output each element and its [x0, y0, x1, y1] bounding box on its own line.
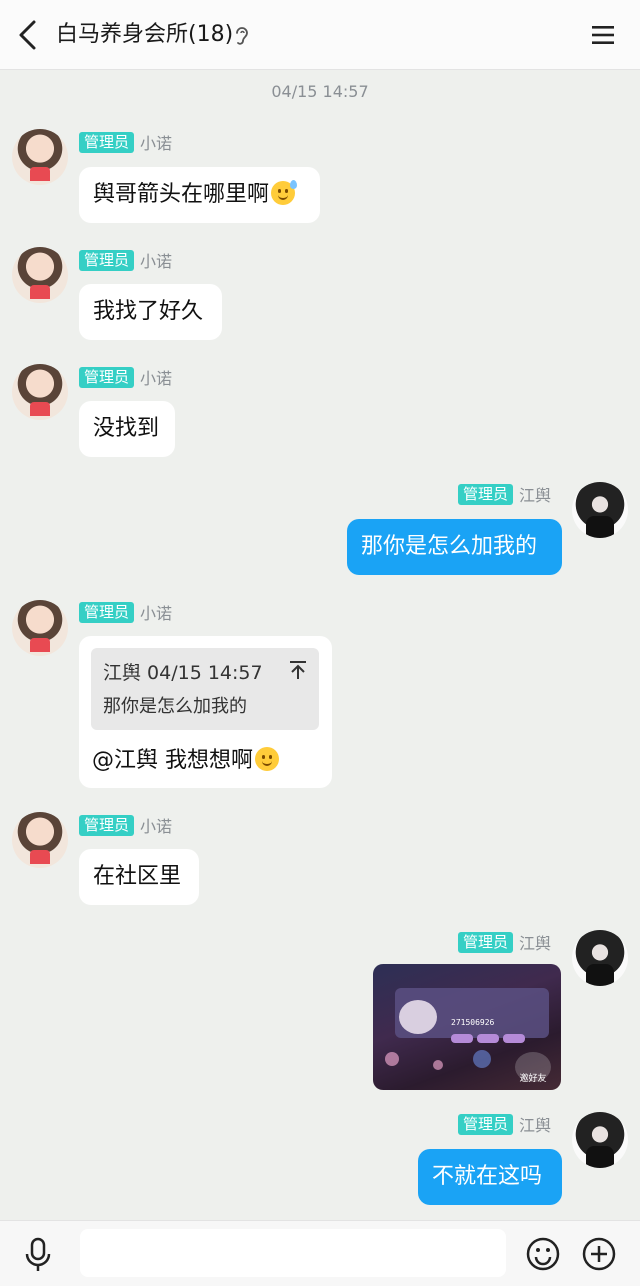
message-meta: 管理员 江舆 [458, 1113, 551, 1135]
avatar[interactable] [12, 129, 68, 185]
message-meta: 管理员 江舆 [458, 483, 551, 505]
reply-bubble[interactable]: 江舆 04/15 14:57 那你是怎么加我的 @江舆 我想想啊 [79, 636, 332, 788]
ear-icon[interactable] [233, 24, 251, 46]
invite-friend-label: 邀好友 [519, 1074, 547, 1084]
avatar[interactable] [12, 364, 68, 420]
message-meta: 管理员 江舆 [458, 931, 551, 953]
composer-bar [0, 1220, 640, 1286]
message-bubble[interactable]: 我找了好久 [79, 284, 222, 340]
mic-icon[interactable] [22, 1237, 54, 1273]
message-input[interactable] [80, 1229, 506, 1277]
message-text: 那你是怎么加我的 [361, 534, 538, 559]
message-meta: 管理员 小诺 [79, 814, 172, 836]
sender-name: 小诺 [140, 604, 173, 623]
quote-text: 那你是怎么加我的 [103, 696, 247, 717]
message-bubble[interactable]: 没找到 [79, 401, 175, 457]
quote-up-icon[interactable] [289, 660, 307, 680]
chat-title: 白马养身会所(18) [56, 22, 234, 47]
reply-line: @江舆 我想想啊 [92, 746, 279, 776]
emoji-icon[interactable] [526, 1237, 560, 1271]
sweat-emoji-icon [271, 180, 298, 205]
message-text: @江舆 我想想啊 [92, 748, 253, 773]
message-bubble[interactable]: 舆哥箭头在哪里啊 [79, 167, 320, 223]
role-badge: 管理员 [79, 131, 135, 153]
role-badge: 管理员 [79, 366, 135, 388]
invite-friend-button: 邀好友 [515, 1052, 551, 1084]
quote-author-time: 江舆 04/15 14:57 [103, 662, 263, 684]
sender-name: 江舆 [519, 1116, 552, 1135]
menu-icon[interactable] [590, 22, 616, 48]
message-text: 舆哥箭头在哪里啊 [93, 182, 270, 207]
message-meta: 管理员 小诺 [79, 601, 172, 623]
top-bar: 白马养身会所(18) [0, 0, 640, 70]
role-badge: 管理员 [458, 931, 514, 953]
sender-name: 小诺 [140, 134, 173, 153]
role-badge: 管理员 [458, 483, 514, 505]
sender-name: 小诺 [140, 369, 173, 388]
message-bubble[interactable]: 不就在这吗 [418, 1149, 562, 1205]
sender-name: 小诺 [140, 817, 173, 836]
tag-chip [477, 1034, 499, 1043]
message-text: 没找到 [93, 416, 160, 441]
message-text: 我找了好久 [93, 299, 204, 324]
role-badge: 管理员 [458, 1113, 514, 1135]
message-meta: 管理员 小诺 [79, 366, 172, 388]
back-icon[interactable] [14, 18, 42, 52]
message-text: 不就在这吗 [432, 1164, 543, 1189]
role-badge: 管理员 [79, 249, 135, 271]
avatar[interactable] [12, 812, 68, 868]
sender-name: 江舆 [519, 486, 552, 505]
image-message[interactable]: 271506926 邀好友 [373, 964, 561, 1090]
sender-name: 小诺 [140, 252, 173, 271]
role-badge: 管理员 [79, 601, 135, 623]
message-bubble[interactable]: 在社区里 [79, 849, 199, 905]
tag-chip [503, 1034, 525, 1043]
thinking-emoji-icon [255, 747, 279, 771]
chat-timestamp: 04/15 14:57 [271, 82, 369, 101]
profile-id: 271506926 [451, 1018, 495, 1027]
bokeh-light [473, 1050, 491, 1068]
tag-chip [451, 1034, 473, 1043]
quoted-message[interactable]: 江舆 04/15 14:57 那你是怎么加我的 [91, 648, 319, 730]
avatar[interactable] [12, 247, 68, 303]
plus-icon[interactable] [582, 1237, 616, 1271]
avatar[interactable] [572, 930, 628, 986]
bokeh-light [385, 1052, 399, 1066]
avatar[interactable] [12, 600, 68, 656]
profile-avatar [399, 1000, 437, 1034]
message-meta: 管理员 小诺 [79, 249, 172, 271]
sender-name: 江舆 [519, 934, 552, 953]
avatar[interactable] [572, 1112, 628, 1168]
bokeh-light [433, 1060, 443, 1070]
avatar[interactable] [572, 482, 628, 538]
message-meta: 管理员 小诺 [79, 131, 172, 153]
message-bubble[interactable]: 那你是怎么加我的 [347, 519, 562, 575]
role-badge: 管理员 [79, 814, 135, 836]
message-text: 在社区里 [93, 864, 182, 889]
